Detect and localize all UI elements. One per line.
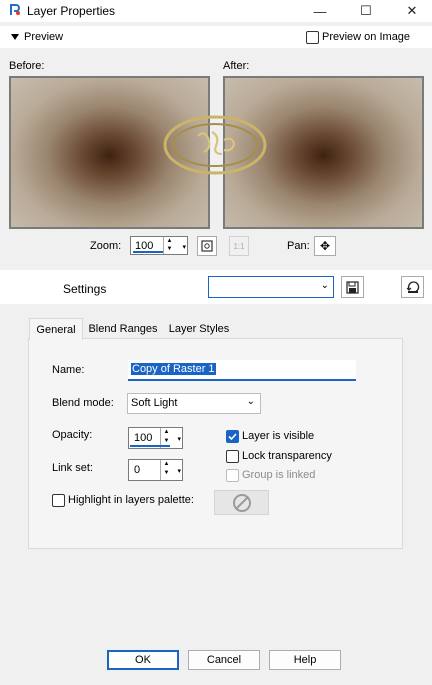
opacity-underline — [130, 445, 170, 447]
blend-mode-select[interactable]: Soft Light ⌄ — [127, 393, 261, 414]
blend-mode-label: Blend mode: — [52, 397, 114, 409]
opacity-dropdown-icon[interactable]: ▾ — [177, 435, 181, 443]
link-set-input[interactable]: 0 ▲ ▼ ▾ — [128, 459, 183, 481]
zoom-label: Zoom: — [90, 240, 122, 252]
pan-move-icon: ✥ — [319, 239, 331, 253]
tab-layer-styles[interactable]: Layer Styles — [165, 318, 233, 339]
zoom-underline — [133, 251, 163, 253]
checkmark-icon — [228, 433, 237, 441]
zoom-dropdown-icon[interactable]: ▾ — [182, 243, 186, 251]
pan-button[interactable]: ✥ — [314, 236, 336, 256]
link-set-stepper[interactable]: ▲ ▼ — [160, 460, 172, 480]
ok-button[interactable]: OK — [107, 650, 179, 670]
no-color-icon — [232, 493, 251, 512]
link-set-label: Link set: — [52, 462, 93, 474]
tab-blend-ranges[interactable]: Blend Ranges — [83, 318, 163, 339]
minimize-icon: — — [313, 3, 327, 19]
minimize-button[interactable]: — — [306, 1, 334, 21]
collapse-triangle-icon[interactable] — [11, 34, 19, 40]
opacity-value: 100 — [134, 432, 153, 444]
after-label: After: — [223, 60, 250, 72]
settings-label: Settings — [63, 282, 107, 296]
layer-visible-label: Layer is visible — [242, 430, 315, 442]
zoom-fit-icon — [201, 240, 213, 252]
group-linked-label: Group is linked — [242, 469, 316, 481]
gold-seal-watermark — [162, 114, 268, 176]
lock-transparency-checkbox[interactable] — [226, 450, 239, 463]
pan-label: Pan: — [287, 240, 310, 252]
zoom-stepper[interactable]: ▲ ▼ — [163, 237, 175, 254]
maximize-icon: ☐ — [360, 3, 372, 18]
blend-mode-value: Soft Light — [131, 397, 178, 409]
name-value: Copy of Raster 1 — [131, 363, 216, 375]
opacity-input[interactable]: 100 ▲ ▼ ▾ — [128, 427, 183, 449]
chevron-down-icon: ⌄ — [320, 280, 329, 291]
opacity-label: Opacity: — [52, 429, 93, 441]
lock-transparency-label: Lock transparency — [242, 450, 332, 462]
cancel-button[interactable]: Cancel — [188, 650, 260, 670]
maximize-button[interactable]: ☐ — [352, 1, 380, 21]
zoom-to-fit-button[interactable] — [197, 236, 217, 256]
tab-general[interactable]: General — [29, 318, 83, 340]
highlight-color-swatch[interactable] — [214, 490, 269, 515]
link-set-dropdown-icon[interactable]: ▾ — [177, 467, 181, 475]
window-title: Layer Properties — [27, 4, 116, 18]
settings-preset-select[interactable]: ⌄ — [208, 276, 334, 298]
preview-on-image-checkbox[interactable] — [306, 31, 319, 44]
paintshop-app-icon — [8, 3, 22, 17]
reset-icon — [406, 281, 419, 293]
highlight-label: Highlight in layers palette: — [68, 494, 194, 506]
name-label: Name: — [52, 364, 85, 376]
layer-visible-checkbox[interactable] — [226, 430, 239, 443]
actual-size-icon: 1:1 — [233, 241, 245, 251]
save-preset-button[interactable] — [341, 276, 364, 298]
save-icon — [346, 280, 359, 294]
chevron-down-icon: ⌄ — [246, 396, 255, 407]
link-set-value: 0 — [134, 464, 141, 476]
group-linked-checkbox[interactable] — [226, 469, 239, 482]
help-button[interactable]: Help — [269, 650, 341, 670]
name-input[interactable]: Copy of Raster 1 — [128, 360, 356, 381]
close-button[interactable]: ✕ — [398, 1, 426, 21]
zoom-input[interactable]: 100 ▲ ▼ ▾ — [130, 236, 188, 255]
before-label: Before: — [9, 60, 45, 72]
zoom-actual-size-button[interactable]: 1:1 — [229, 236, 249, 256]
close-icon: ✕ — [406, 3, 418, 18]
reset-button[interactable] — [401, 276, 424, 298]
preview-toggle-label[interactable]: Preview — [24, 31, 63, 43]
highlight-checkbox[interactable] — [52, 494, 65, 507]
preview-on-image-label: Preview on Image — [322, 31, 411, 43]
